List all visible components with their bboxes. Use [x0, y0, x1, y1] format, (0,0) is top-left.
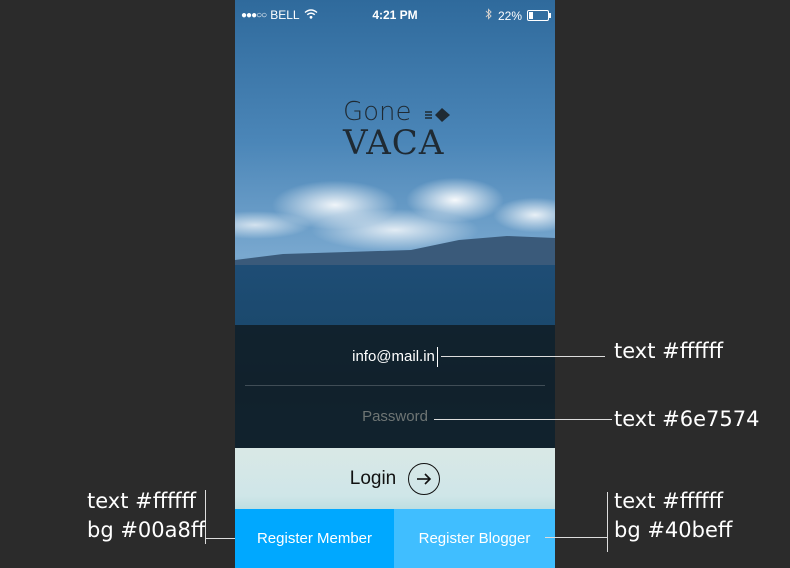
- blogger-text-annotation: text #ffffff: [614, 489, 724, 513]
- blogger-annotation-line: [545, 537, 607, 538]
- email-value: info@mail.in: [352, 347, 435, 365]
- app-logo: Gone VACA: [343, 98, 450, 163]
- member-bg-annotation: bg #00a8ff: [87, 518, 206, 542]
- battery-percent: 22%: [497, 8, 522, 23]
- email-field[interactable]: info@mail.in: [235, 347, 555, 367]
- bluetooth-icon: [485, 8, 493, 23]
- password-annotation-line: [434, 419, 612, 420]
- password-field[interactable]: Password: [235, 408, 555, 425]
- status-bar: ●●●○○ BELL 4:21 PM 22%: [235, 0, 555, 28]
- login-form: info@mail.in Password: [235, 325, 555, 448]
- battery-icon: [527, 10, 551, 21]
- login-label: Login: [349, 468, 397, 489]
- register-member-button[interactable]: Register Member: [235, 509, 394, 568]
- text-cursor: [436, 347, 438, 367]
- member-text-annotation: text #ffffff: [87, 489, 197, 513]
- blogger-bg-annotation: bg #40beff: [614, 518, 733, 542]
- field-divider: [245, 385, 545, 386]
- email-annotation-line: [441, 356, 605, 357]
- member-annotation-line: [205, 538, 235, 539]
- logo-line-vaca: VACA: [343, 123, 445, 163]
- luggage-tag-icon: [425, 106, 453, 129]
- blogger-annotation-bracket: [607, 492, 608, 552]
- email-text-annotation: text #ffffff: [614, 339, 724, 363]
- password-text-annotation: text #6e7574: [614, 407, 760, 431]
- arrow-right-icon: [408, 463, 441, 495]
- phone-screen: ●●●○○ BELL 4:21 PM 22% Gone VACA info@ma…: [235, 0, 555, 568]
- register-blogger-button[interactable]: Register Blogger: [394, 509, 555, 568]
- login-button[interactable]: Login: [235, 462, 555, 496]
